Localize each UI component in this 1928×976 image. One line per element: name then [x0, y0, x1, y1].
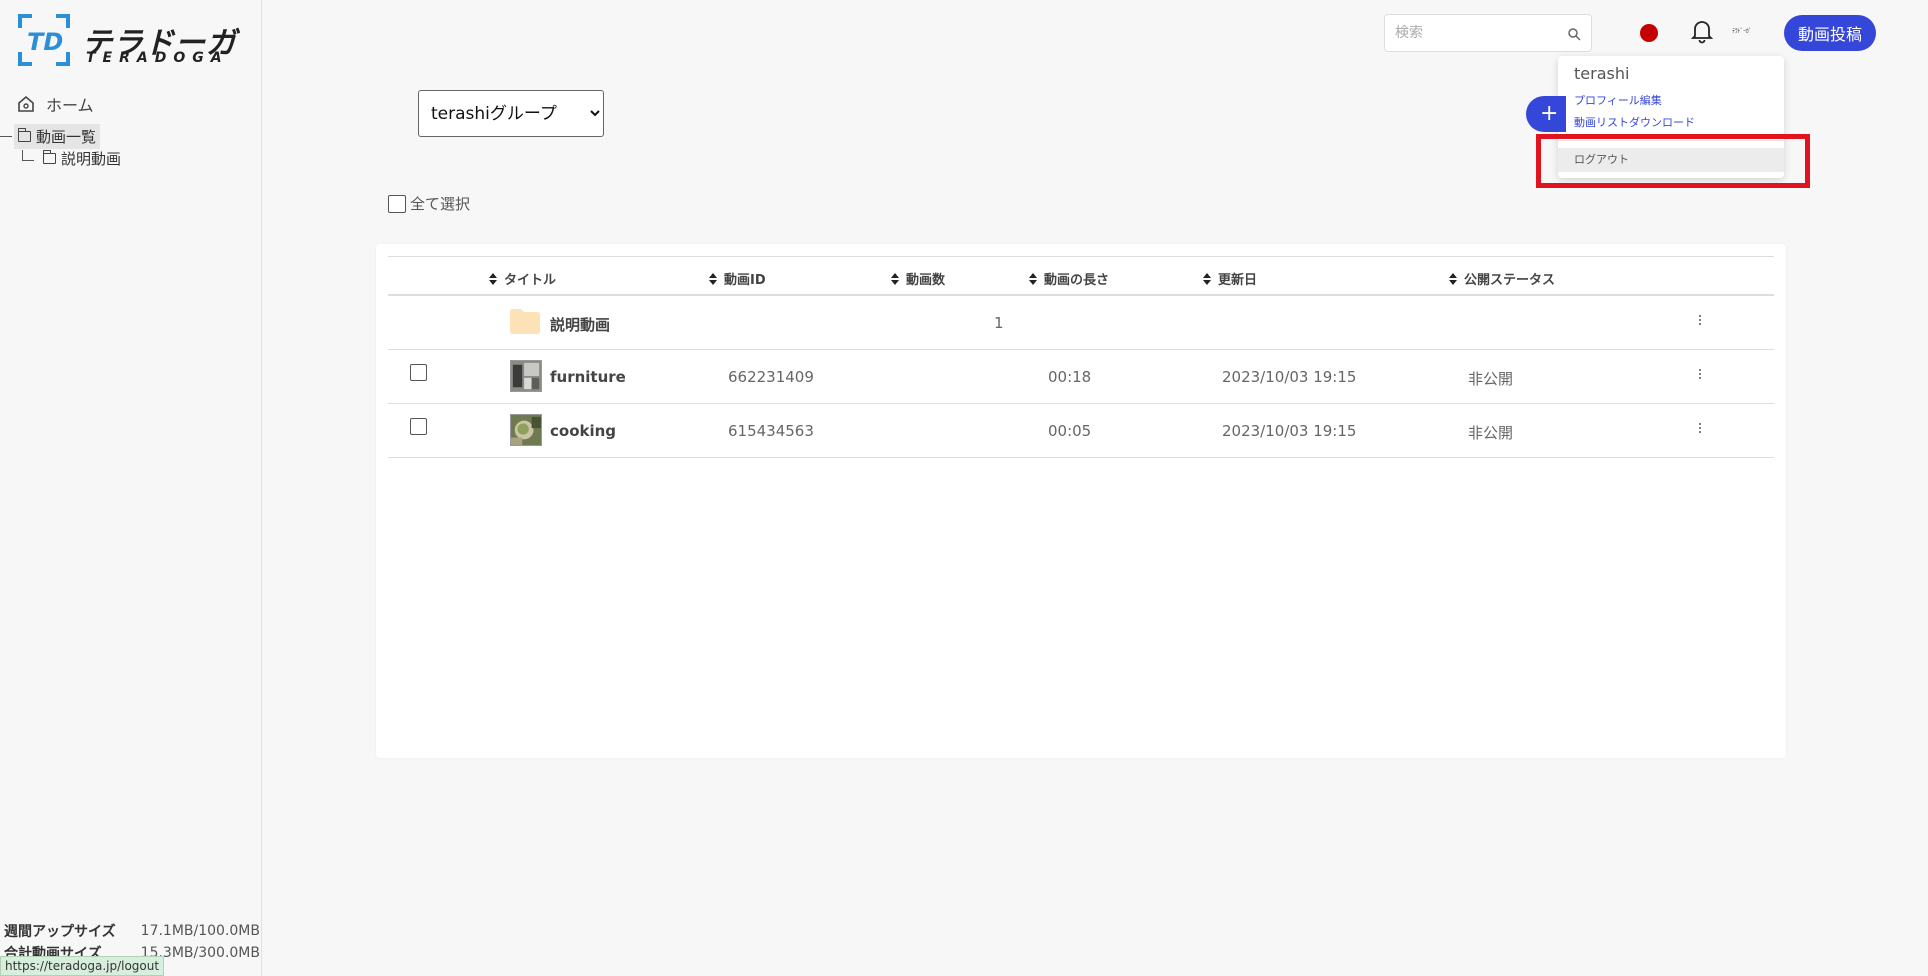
home-icon [18, 95, 34, 112]
column-header-label: 公開ステータス [1464, 273, 1556, 288]
column-header-title[interactable]: タイトル [488, 269, 556, 288]
row-updated: 2023/10/03 19:15 [1222, 368, 1357, 386]
sidebar-item-home-label: ホーム [46, 96, 94, 115]
column-header-label: 動画数 [906, 273, 946, 288]
folder-icon [17, 128, 31, 142]
row-duration: 00:05 [1048, 422, 1092, 440]
teradoga-logo[interactable]: TD テラドーガ TERADOGA [18, 14, 238, 68]
sort-icon [891, 272, 899, 285]
tree-item-video-list[interactable]: 動画一覧 [0, 124, 101, 149]
row-status: 非公開 [1468, 424, 1514, 442]
sort-icon [489, 272, 497, 285]
search-input[interactable] [1395, 23, 1555, 43]
sort-icon [1203, 272, 1211, 285]
video-thumbnail[interactable] [510, 414, 542, 446]
column-header-updated[interactable]: 更新日 [1202, 269, 1257, 288]
svg-text:TD: TD [27, 28, 63, 56]
tree-item-explanation[interactable]: 説明動画 [22, 148, 121, 169]
menu-divider [1558, 140, 1784, 141]
select-all[interactable]: 全て選択 [388, 193, 470, 214]
column-header-label: タイトル [504, 273, 557, 288]
table-row[interactable]: furniture 662231409 00:18 2023/10/03 19:… [388, 350, 1774, 404]
row-status: 非公開 [1468, 370, 1514, 388]
tree-connector [0, 136, 12, 137]
tree-connector [22, 150, 34, 161]
menu-item-download-list[interactable]: 動画リストダウンロード [1574, 114, 1695, 130]
add-button[interactable]: + [1526, 96, 1566, 132]
folder-icon [42, 150, 56, 164]
sidebar: TD テラドーガ TERADOGA ホーム 動画一覧 説明動画 週間アップサイズ… [0, 0, 262, 976]
user-menu-username: terashi [1574, 64, 1630, 83]
column-header-duration[interactable]: 動画の長さ [1028, 269, 1109, 288]
group-select[interactable]: terashiグループ [418, 90, 604, 137]
video-thumbnail[interactable] [510, 360, 542, 392]
tree-item-chip: 動画一覧 [14, 124, 101, 149]
row-title[interactable]: cooking [550, 422, 616, 440]
sort-icon [1449, 272, 1457, 285]
bell-icon[interactable] [1690, 18, 1714, 44]
row-checkbox[interactable] [410, 418, 427, 435]
usage-label: 週間アップサイズ [4, 924, 116, 940]
logo-mark-icon: TD [18, 14, 70, 66]
tree-item-label: 説明動画 [61, 150, 122, 168]
row-video-id: 662231409 [728, 368, 814, 386]
table-row[interactable]: cooking 615434563 00:05 2023/10/03 19:15… [388, 404, 1774, 458]
logo-text-en: TERADOGA [86, 50, 229, 66]
sort-icon [1029, 272, 1037, 285]
column-header-video-id[interactable]: 動画ID [708, 269, 766, 288]
row-title[interactable]: 説明動画 [550, 314, 610, 335]
table-header: タイトル 動画ID 動画数 動画の長さ 更新日 公開ステータス [388, 256, 1774, 296]
video-table: タイトル 動画ID 動画数 動画の長さ 更新日 公開ステータス 説明動画 1 f… [388, 256, 1774, 458]
row-title[interactable]: furniture [550, 368, 626, 386]
user-menu: terashi プロフィール編集 動画リストダウンロード ログアウト [1558, 56, 1784, 178]
language-flag-icon[interactable] [1640, 24, 1658, 42]
more-options-icon[interactable] [1698, 314, 1702, 328]
menu-item-edit-profile[interactable]: プロフィール編集 [1574, 92, 1662, 108]
search-box [1384, 14, 1592, 52]
table-row[interactable]: 説明動画 1 [388, 296, 1774, 350]
row-count: 1 [994, 314, 1004, 332]
upload-video-button[interactable]: 動画投稿 [1784, 15, 1876, 51]
search-icon[interactable] [1567, 27, 1581, 41]
select-all-checkbox[interactable] [388, 194, 406, 213]
column-header-label: 更新日 [1218, 273, 1258, 288]
more-options-icon[interactable] [1698, 368, 1702, 382]
column-header-status[interactable]: 公開ステータス [1448, 269, 1555, 288]
avatar[interactable]: ﾃﾗﾄﾞｰｶﾞ [1732, 26, 1768, 36]
row-duration: 00:18 [1048, 368, 1092, 386]
select-all-label: 全て選択 [410, 195, 471, 213]
usage-row-weekly: 週間アップサイズ 17.1MB/100.0MB [4, 920, 260, 942]
status-bar-url: https://teradoga.jp/logout [0, 956, 165, 976]
sort-icon [709, 272, 717, 285]
menu-item-logout[interactable]: ログアウト [1558, 148, 1784, 172]
row-checkbox[interactable] [410, 364, 427, 381]
row-updated: 2023/10/03 19:15 [1222, 422, 1357, 440]
row-video-id: 615434563 [728, 422, 814, 440]
usage-value: 17.1MB/100.0MB [140, 923, 260, 939]
column-header-label: 動画の長さ [1044, 273, 1110, 288]
column-header-label: 動画ID [724, 273, 766, 288]
more-options-icon[interactable] [1698, 422, 1702, 436]
video-table-card: タイトル 動画ID 動画数 動画の長さ 更新日 公開ステータス 説明動画 1 f… [376, 244, 1786, 758]
sidebar-item-home[interactable]: ホーム [16, 92, 94, 116]
tree-item-label: 動画一覧 [36, 128, 97, 146]
folder-icon [510, 309, 540, 334]
column-header-count[interactable]: 動画数 [890, 269, 945, 288]
